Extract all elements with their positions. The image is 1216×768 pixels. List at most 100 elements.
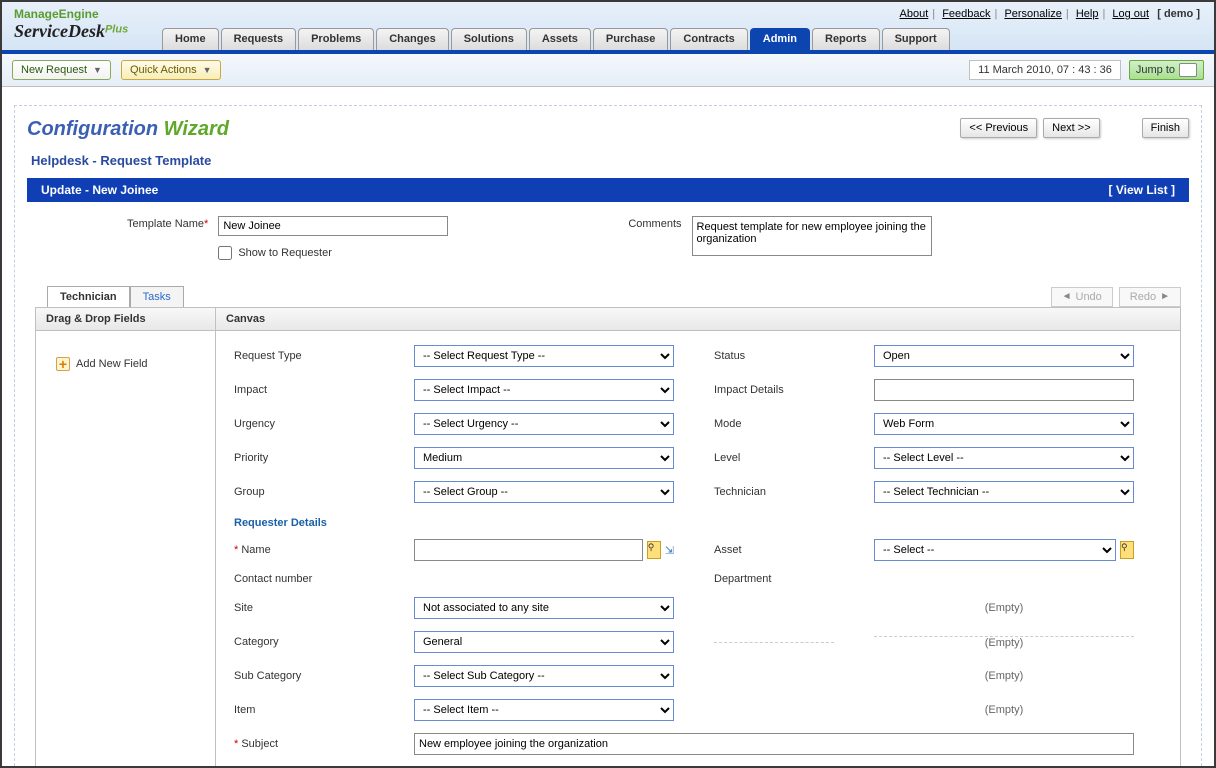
asset-lookup-icon[interactable]: ⚲ bbox=[1120, 541, 1134, 559]
app-frame: ManageEngine ServiceDeskPlus About| Feed… bbox=[0, 0, 1216, 768]
tab-solutions[interactable]: Solutions bbox=[451, 28, 527, 50]
action-left: New Request▼ Quick Actions ▼ bbox=[12, 60, 221, 80]
comments-textarea[interactable]: Request template for new employee joinin… bbox=[692, 216, 932, 256]
help-link[interactable]: Help bbox=[1076, 8, 1099, 20]
urgency-select[interactable]: -- Select Urgency -- bbox=[414, 413, 674, 435]
chevron-down-icon: ▼ bbox=[203, 65, 212, 75]
category-select[interactable]: General bbox=[414, 631, 674, 653]
tab-problems[interactable]: Problems bbox=[298, 28, 374, 50]
jump-to-button[interactable]: Jump to bbox=[1129, 60, 1204, 80]
tab-tasks[interactable]: Tasks bbox=[130, 286, 184, 307]
tab-assets[interactable]: Assets bbox=[529, 28, 591, 50]
status-label: Status bbox=[714, 350, 834, 362]
technician-select[interactable]: -- Select Technician -- bbox=[874, 481, 1134, 503]
action-right: 11 March 2010, 07 : 43 : 36 Jump to bbox=[969, 60, 1204, 80]
template-name-input[interactable] bbox=[218, 216, 448, 236]
breadcrumb: Helpdesk - Request Template bbox=[31, 153, 1189, 168]
section-header-bar: Update - New Joinee [ View List ] bbox=[27, 178, 1189, 202]
redo-button[interactable]: Redo► bbox=[1119, 287, 1181, 307]
date-display: 11 March 2010, 07 : 43 : 36 bbox=[969, 60, 1121, 80]
level-label: Level bbox=[714, 452, 834, 464]
logo-line2: ServiceDesk bbox=[14, 21, 105, 41]
impact-label: Impact bbox=[234, 384, 374, 396]
tab-requests[interactable]: Requests bbox=[221, 28, 297, 50]
category-label: Category bbox=[234, 636, 374, 648]
site-label: Site bbox=[234, 602, 374, 614]
tab-admin[interactable]: Admin bbox=[750, 28, 810, 50]
undo-redo-group: ◄Undo Redo► bbox=[1051, 287, 1181, 307]
subcategory-select[interactable]: -- Select Sub Category -- bbox=[414, 665, 674, 687]
site-select[interactable]: Not associated to any site bbox=[414, 597, 674, 619]
show-requester-label: Show to Requester bbox=[238, 247, 332, 259]
canvas-title: Canvas bbox=[216, 308, 1180, 331]
item-select[interactable]: -- Select Item -- bbox=[414, 699, 674, 721]
jump-to-label: Jump to bbox=[1136, 64, 1175, 76]
empty-placeholder-3: (Empty) bbox=[874, 670, 1134, 682]
arrow-right-icon: ► bbox=[1160, 291, 1170, 302]
logo-line1: ManageEngine bbox=[14, 7, 128, 21]
feedback-link[interactable]: Feedback bbox=[942, 8, 990, 20]
group-label: Group bbox=[234, 486, 374, 498]
mini-tabs: Technician Tasks bbox=[47, 286, 184, 307]
request-type-select[interactable]: -- Select Request Type -- bbox=[414, 345, 674, 367]
tab-support[interactable]: Support bbox=[882, 28, 950, 50]
show-requester-checkbox[interactable] bbox=[218, 246, 232, 260]
subject-input[interactable] bbox=[414, 733, 1134, 755]
expand-icon[interactable]: ⇲ bbox=[665, 544, 674, 557]
finish-button[interactable]: Finish bbox=[1142, 118, 1189, 138]
group-select[interactable]: -- Select Group -- bbox=[414, 481, 674, 503]
impact-select[interactable]: -- Select Impact -- bbox=[414, 379, 674, 401]
name-lookup-icon[interactable]: ⚲ bbox=[647, 541, 661, 559]
name-input[interactable] bbox=[414, 539, 643, 561]
tab-contracts[interactable]: Contracts bbox=[670, 28, 747, 50]
section-title: Update - New Joinee bbox=[41, 183, 158, 197]
drag-drop-title: Drag & Drop Fields bbox=[36, 308, 215, 331]
wizard-title-p1: Configuration bbox=[27, 118, 164, 140]
form-top: Template Name* Show to Requester Comment… bbox=[27, 202, 1189, 278]
comments-group: Comments Request template for new employ… bbox=[628, 216, 931, 260]
requester-details-heading: Requester Details bbox=[234, 517, 1162, 529]
logout-link[interactable]: Log out bbox=[1112, 8, 1149, 20]
empty-placeholder-4: (Empty) bbox=[874, 704, 1134, 716]
priority-select[interactable]: Medium bbox=[414, 447, 674, 469]
tab-reports[interactable]: Reports bbox=[812, 28, 880, 50]
personalize-link[interactable]: Personalize bbox=[1004, 8, 1061, 20]
new-request-label: New Request bbox=[21, 64, 87, 76]
add-new-field[interactable]: + Add New Field bbox=[36, 331, 215, 381]
mode-select[interactable]: Web Form bbox=[874, 413, 1134, 435]
content-wrap: Configuration Wizard << Previous Next >>… bbox=[2, 87, 1214, 768]
tab-changes[interactable]: Changes bbox=[376, 28, 448, 50]
undo-button[interactable]: ◄Undo bbox=[1051, 287, 1113, 307]
tab-technician[interactable]: Technician bbox=[47, 286, 130, 307]
tab-purchase[interactable]: Purchase bbox=[593, 28, 669, 50]
main-nav: Home Requests Problems Changes Solutions… bbox=[162, 28, 950, 50]
field-grid-requester: * Name ⚲ ⇲ Asset -- Select -- ⚲ bbox=[234, 539, 1162, 755]
previous-button[interactable]: << Previous bbox=[960, 118, 1037, 138]
template-name-group: Template Name* Show to Requester bbox=[127, 216, 448, 260]
next-button[interactable]: Next >> bbox=[1043, 118, 1100, 138]
empty-placeholder-1: (Empty) bbox=[874, 602, 1134, 614]
status-select[interactable]: Open bbox=[874, 345, 1134, 367]
jump-icon bbox=[1179, 63, 1197, 77]
subject-label: * Subject bbox=[234, 738, 374, 750]
about-link[interactable]: About bbox=[900, 8, 929, 20]
undo-label: Undo bbox=[1076, 291, 1102, 303]
quick-actions-label: Quick Actions bbox=[130, 64, 197, 76]
impact-details-label: Impact Details bbox=[714, 384, 834, 396]
impact-details-input[interactable] bbox=[874, 379, 1134, 401]
quick-actions-button[interactable]: Quick Actions ▼ bbox=[121, 60, 221, 80]
wizard-head: Configuration Wizard << Previous Next >>… bbox=[27, 118, 1189, 141]
wizard-box: Configuration Wizard << Previous Next >>… bbox=[14, 105, 1202, 768]
asset-select[interactable]: -- Select -- bbox=[874, 539, 1116, 561]
contact-label: Contact number bbox=[234, 573, 374, 585]
comments-label: Comments bbox=[628, 216, 681, 230]
show-requester-row: Show to Requester bbox=[218, 246, 448, 260]
level-select[interactable]: -- Select Level -- bbox=[874, 447, 1134, 469]
mode-label: Mode bbox=[714, 418, 834, 430]
new-request-button[interactable]: New Request▼ bbox=[12, 60, 111, 80]
view-list-link[interactable]: [ View List ] bbox=[1109, 183, 1175, 197]
top-header: ManageEngine ServiceDeskPlus About| Feed… bbox=[2, 2, 1214, 54]
name-label: * Name bbox=[234, 544, 374, 556]
tab-home[interactable]: Home bbox=[162, 28, 219, 50]
builder-left: Drag & Drop Fields + Add New Field bbox=[36, 308, 216, 768]
